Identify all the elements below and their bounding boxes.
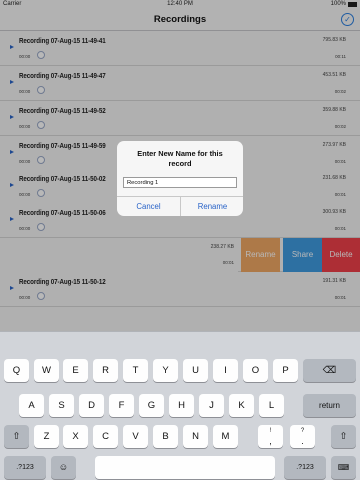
- emoji-key-icon[interactable]: ☺: [51, 456, 76, 479]
- keyboard-dismiss-icon[interactable]: ⌨: [331, 456, 356, 479]
- key-c[interactable]: C: [93, 425, 118, 448]
- key-g[interactable]: G: [139, 394, 164, 417]
- key-o[interactable]: O: [243, 359, 268, 382]
- key-x[interactable]: X: [63, 425, 88, 448]
- key-f[interactable]: F: [109, 394, 134, 417]
- key-h[interactable]: H: [169, 394, 194, 417]
- key-b[interactable]: B: [153, 425, 178, 448]
- return-key[interactable]: return: [303, 394, 356, 417]
- dialog-title: Enter New Name for this record: [117, 149, 243, 169]
- key-q[interactable]: Q: [4, 359, 29, 382]
- key-alt-char: !: [269, 428, 272, 434]
- dialog-title-line-1: Enter New Name for this: [137, 149, 223, 158]
- rename-dialog: Enter New Name for this record Recording…: [117, 141, 243, 216]
- key-main-char: .: [301, 436, 304, 446]
- key-question-period[interactable]: ? .: [290, 425, 315, 448]
- key-main-char: ,: [269, 436, 272, 446]
- key-u[interactable]: U: [183, 359, 208, 382]
- key-y[interactable]: Y: [153, 359, 178, 382]
- name-input[interactable]: Recording 1: [123, 177, 237, 188]
- cancel-button[interactable]: Cancel: [117, 197, 180, 216]
- key-a[interactable]: A: [19, 394, 44, 417]
- key-e[interactable]: E: [63, 359, 88, 382]
- key-alt-char: ?: [300, 428, 305, 434]
- key-j[interactable]: J: [199, 394, 224, 417]
- key-i[interactable]: I: [213, 359, 238, 382]
- keyboard: Q W E R T Y U I O P ⌫ A S D F G H J K L …: [0, 331, 360, 480]
- key-m[interactable]: M: [213, 425, 238, 448]
- numbers-mode-key[interactable]: .?123: [4, 456, 46, 479]
- key-n[interactable]: N: [183, 425, 208, 448]
- key-k[interactable]: K: [229, 394, 254, 417]
- shift-key[interactable]: ⇧: [4, 425, 29, 448]
- key-z[interactable]: Z: [34, 425, 59, 448]
- key-d[interactable]: D: [79, 394, 104, 417]
- key-s[interactable]: S: [49, 394, 74, 417]
- space-bar[interactable]: [95, 456, 275, 479]
- key-l[interactable]: L: [259, 394, 284, 417]
- key-r[interactable]: R: [93, 359, 118, 382]
- numbers-mode-key-right[interactable]: .?123: [284, 456, 326, 479]
- shift-key-right[interactable]: ⇧: [331, 425, 356, 448]
- backspace-key[interactable]: ⌫: [303, 359, 356, 382]
- key-p[interactable]: P: [273, 359, 298, 382]
- dialog-title-line-2: record: [168, 159, 192, 168]
- key-v[interactable]: V: [123, 425, 148, 448]
- rename-button[interactable]: Rename: [181, 197, 243, 216]
- key-exclaim-comma[interactable]: ! ,: [258, 425, 283, 448]
- key-t[interactable]: T: [123, 359, 148, 382]
- key-w[interactable]: W: [34, 359, 59, 382]
